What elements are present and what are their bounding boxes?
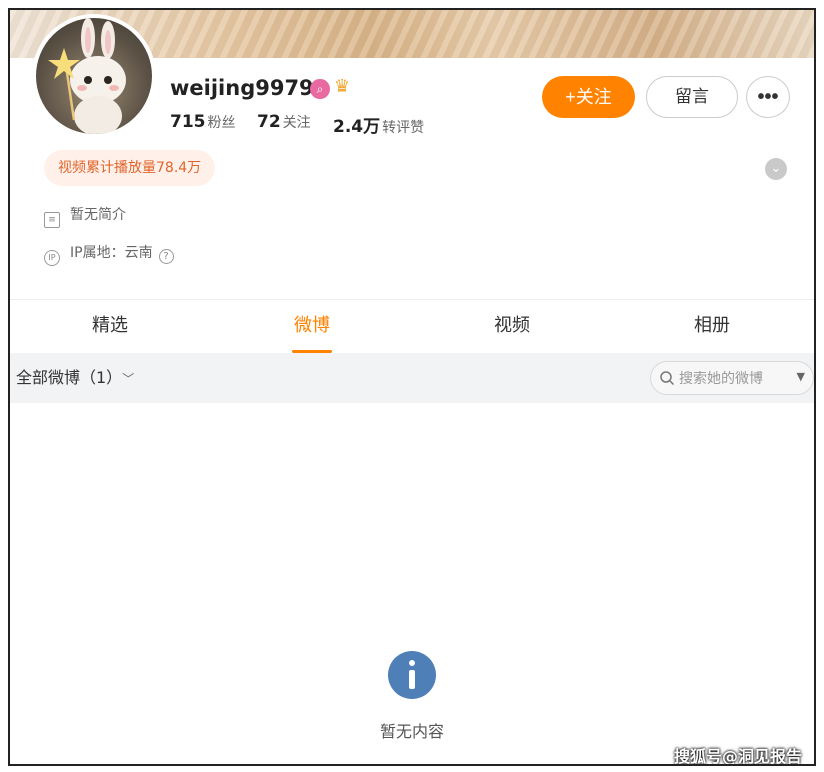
info-icon xyxy=(388,651,436,699)
chevron-down-icon[interactable]: ⌄ xyxy=(765,158,787,180)
stat-number: 72 xyxy=(257,112,281,132)
document-icon: ≡ xyxy=(44,212,60,228)
watermark: 搜狐号@洞见报告 xyxy=(674,747,803,766)
profile-page: weijing99793 ⌕ ♛ 715 粉丝 72 关注 2.4万 转评赞 +关注 … xyxy=(8,8,816,766)
video-plays-badge: 视频累计播放量78.4万 xyxy=(44,150,216,186)
stat-label: 转评赞 xyxy=(382,120,425,136)
search-input[interactable] xyxy=(679,367,783,391)
search-box[interactable]: ▼ xyxy=(650,361,814,395)
stat-number: 2.4万 xyxy=(333,117,381,137)
bunny-avatar-image xyxy=(48,18,126,134)
profile-tabs: 精选 微博 视频 相册 xyxy=(10,300,814,352)
follow-button[interactable]: +关注 xyxy=(542,76,635,118)
chevron-down-icon: ﹀ xyxy=(122,372,135,386)
ip-location-row: IP IP属地：云南? xyxy=(44,242,174,266)
ip-location-text: IP属地：云南 xyxy=(70,245,153,261)
more-options-button[interactable]: ••• xyxy=(746,76,790,118)
stat-label: 粉丝 xyxy=(207,115,236,131)
bio-row: ≡ 暂无简介 xyxy=(44,204,126,228)
caret-down-icon[interactable]: ▼ xyxy=(797,370,805,383)
filter-bar: 全部微博（1） ﹀ ▼ xyxy=(10,353,814,403)
stat-followers[interactable]: 715 粉丝 xyxy=(170,112,236,132)
tab-videos[interactable]: 视频 xyxy=(412,300,612,352)
ip-icon: IP xyxy=(44,250,60,266)
stat-following[interactable]: 72 关注 xyxy=(257,112,311,132)
message-button[interactable]: 留言 xyxy=(646,76,738,118)
stat-label: 关注 xyxy=(282,115,311,131)
tab-weibo[interactable]: 微博 xyxy=(212,300,412,352)
filter-label: 全部微博（1） xyxy=(16,368,115,387)
username: weijing99793 xyxy=(170,76,329,100)
avatar[interactable] xyxy=(32,14,156,138)
filter-dropdown[interactable]: 全部微博（1） ﹀ xyxy=(16,353,134,404)
bio-text: 暂无简介 xyxy=(70,207,126,223)
stat-reposts-likes: 2.4万 转评赞 xyxy=(333,112,424,137)
stat-number: 715 xyxy=(170,112,206,132)
empty-state-text: 暂无内容 xyxy=(379,722,444,741)
tab-featured[interactable]: 精选 xyxy=(10,300,210,352)
pink-v-badge-icon[interactable]: ⌕ xyxy=(310,79,330,99)
search-icon xyxy=(660,371,675,386)
help-icon[interactable]: ? xyxy=(158,249,174,264)
tab-albums[interactable]: 相册 xyxy=(612,300,812,352)
crown-icon[interactable]: ♛ xyxy=(334,76,350,97)
